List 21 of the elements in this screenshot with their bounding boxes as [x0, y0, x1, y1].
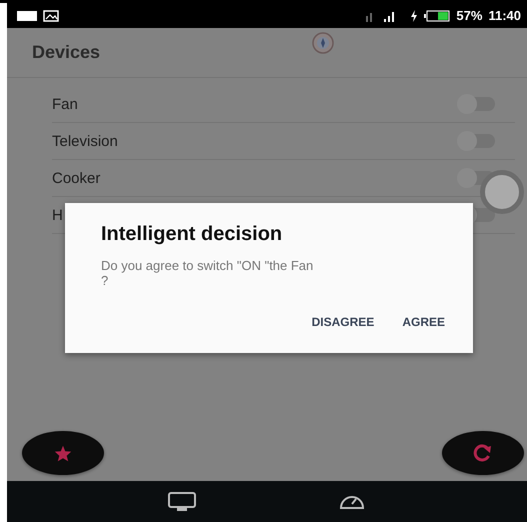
image-icon [43, 10, 59, 22]
device-name: Television [52, 132, 118, 150]
refresh-icon [473, 444, 493, 462]
dialog-button[interactable]: DISAGREE [312, 313, 374, 331]
favorite-button[interactable] [22, 431, 104, 475]
monitor-icon[interactable] [167, 492, 197, 512]
clock: 11:40 [488, 8, 521, 23]
dialog-message: Do you agree to switch "ON "the Fan ? [101, 258, 314, 288]
app-title: Devices [32, 42, 100, 63]
refresh-button[interactable] [442, 431, 524, 475]
battery-icon [424, 10, 450, 22]
star-icon [54, 444, 72, 462]
battery-percent: 57% [456, 8, 482, 23]
dialog-title: Intelligent decision [101, 223, 284, 246]
device-name: H [52, 206, 63, 224]
device-name: Cooker [52, 170, 100, 186]
notification-icon [17, 10, 37, 20]
emblem-icon [312, 32, 334, 54]
device-name: Fan [52, 96, 78, 112]
dialog-button[interactable]: AGREE [402, 313, 445, 331]
charging-icon [410, 10, 418, 22]
